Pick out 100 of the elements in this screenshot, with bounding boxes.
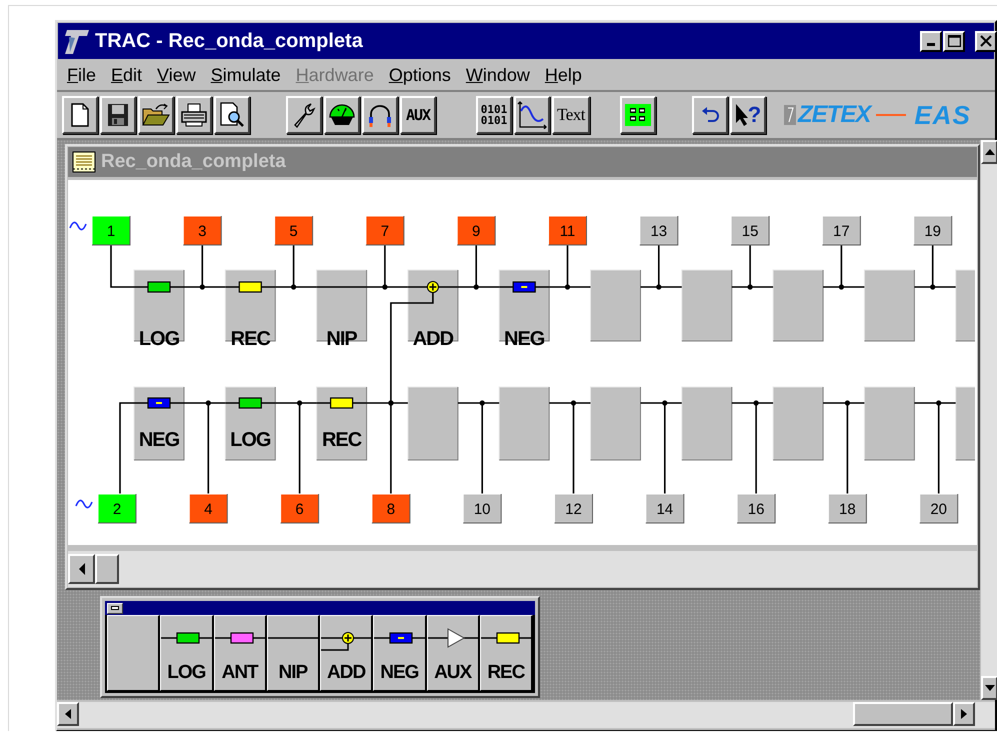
print-toolbar-button[interactable]	[176, 96, 212, 134]
numbered-node[interactable]: 14	[645, 494, 684, 524]
numbered-node[interactable]: 18	[828, 494, 867, 524]
scroll-left-button[interactable]	[68, 554, 95, 584]
junction-dot	[382, 284, 388, 290]
menu-item[interactable]: Edit	[111, 64, 142, 86]
minimize-button[interactable]	[920, 30, 942, 52]
palette-block[interactable]: AUX	[426, 615, 480, 691]
wrench-toolbar-button[interactable]	[286, 96, 322, 134]
palette-block[interactable]: ANT	[214, 615, 267, 691]
open-toolbar-button[interactable]	[138, 96, 174, 134]
function-block[interactable]: LOG	[224, 386, 276, 460]
left-arrow-icon	[65, 709, 71, 719]
numbered-node[interactable]: 7	[365, 216, 404, 246]
close-icon	[980, 35, 992, 47]
palette-block[interactable]: REC	[480, 615, 533, 691]
vertical-scrollbar[interactable]	[980, 140, 997, 700]
numbered-node[interactable]: 5	[274, 216, 314, 246]
maximize-button[interactable]	[943, 30, 965, 52]
empty-block-slot[interactable]	[590, 386, 641, 460]
scroll-thumb[interactable]	[95, 554, 119, 584]
empty-block-slot[interactable]	[407, 386, 458, 460]
window-menu-button[interactable]	[107, 602, 123, 614]
open-folder-icon	[142, 103, 170, 127]
preview-toolbar-button[interactable]	[214, 96, 250, 134]
menu-item[interactable]: Window	[466, 64, 530, 86]
empty-block-slot[interactable]	[864, 386, 915, 460]
function-block[interactable]: REC	[316, 386, 368, 460]
menu-item[interactable]: View	[157, 64, 196, 86]
numbered-node[interactable]: 16	[736, 494, 776, 524]
undo-toolbar-button[interactable]	[692, 96, 728, 134]
scroll-down-button[interactable]	[981, 676, 997, 700]
junction-dot	[480, 400, 485, 406]
window-title: TRAC - Rec_onda_completa	[95, 30, 364, 52]
cable-toolbar-button[interactable]	[362, 96, 398, 134]
numbered-node[interactable]: 15	[730, 216, 770, 246]
numbered-node[interactable]: 12	[554, 494, 593, 524]
numbered-node[interactable]: 1	[92, 216, 130, 246]
meter-toolbar-button[interactable]	[324, 96, 360, 134]
menu-item[interactable]: Simulate	[210, 64, 281, 86]
menu-item[interactable]: Help	[544, 64, 582, 86]
numbered-node[interactable]: 19	[913, 216, 952, 246]
empty-block-slot[interactable]	[590, 270, 641, 342]
scroll-left-button[interactable]	[57, 702, 79, 726]
horizontal-scrollbar[interactable]	[68, 548, 977, 587]
junction-dot	[291, 284, 296, 290]
text-button[interactable]: Text	[552, 96, 590, 134]
document-icon	[72, 151, 96, 173]
scroll-thumb[interactable]	[853, 702, 953, 726]
palette-block[interactable]: NEG	[373, 615, 426, 691]
junction-dot	[748, 284, 753, 290]
empty-block-slot[interactable]	[681, 386, 732, 460]
aux-button[interactable]: AUX	[400, 96, 436, 134]
help-button[interactable]: ?	[730, 96, 766, 134]
numbered-node[interactable]: 4	[188, 494, 228, 524]
numbered-node[interactable]: 2	[98, 494, 136, 524]
scroll-right-button[interactable]	[953, 702, 975, 726]
numbered-node[interactable]: 11	[548, 216, 587, 246]
palette-block[interactable]: LOG	[160, 615, 214, 691]
empty-block-slot[interactable]	[498, 386, 550, 460]
menu-item[interactable]: File	[67, 64, 96, 86]
empty-block-slot[interactable]	[681, 270, 732, 342]
down-arrow-icon	[984, 685, 994, 691]
horizontal-scrollbar[interactable]	[57, 700, 995, 728]
numbered-node[interactable]: 10	[462, 494, 502, 524]
empty-palette-slot[interactable]	[107, 615, 160, 691]
up-arrow-icon	[984, 149, 994, 155]
empty-block-slot[interactable]	[772, 386, 824, 460]
wire-symbol-icon	[268, 636, 321, 640]
save-toolbar-button[interactable]	[100, 96, 136, 134]
junction-dot	[844, 400, 850, 406]
numbered-node[interactable]: 13	[639, 216, 678, 246]
junction-dot	[474, 284, 479, 290]
numbered-node[interactable]: 3	[182, 216, 222, 246]
right-arrow-icon	[961, 709, 967, 719]
palette-block[interactable]: NIP	[266, 615, 320, 691]
new-toolbar-button[interactable]	[62, 96, 98, 134]
numbered-node[interactable]: 17	[822, 216, 861, 246]
numbered-node[interactable]: 8	[371, 494, 410, 524]
function-block[interactable]: NEG	[134, 386, 184, 460]
new-document-icon	[70, 103, 90, 127]
numbered-node[interactable]: 6	[280, 494, 320, 524]
empty-block-slot[interactable]	[772, 270, 824, 342]
numbered-node[interactable]: 20	[919, 494, 958, 524]
grid-toolbar-button[interactable]	[620, 96, 656, 134]
palette-block[interactable]: ADD	[320, 615, 374, 691]
empty-block-slot[interactable]	[864, 270, 915, 342]
numbered-node[interactable]: 9	[456, 216, 496, 246]
close-button[interactable]	[975, 30, 997, 52]
document-title: Rec_onda_completa	[101, 151, 286, 173]
wire	[110, 245, 134, 288]
menu-item[interactable]: Options	[388, 64, 451, 86]
eas-logo: EAS	[913, 100, 972, 130]
minimize-bar-icon	[111, 606, 119, 610]
junction-dot	[754, 400, 759, 406]
scroll-up-button[interactable]	[981, 140, 997, 164]
wave-toolbar-button[interactable]	[514, 96, 550, 134]
junction-dot	[206, 400, 211, 406]
binary-button[interactable]: 0101 0101	[476, 96, 512, 134]
zetex-logo: ZETEX	[784, 101, 870, 129]
